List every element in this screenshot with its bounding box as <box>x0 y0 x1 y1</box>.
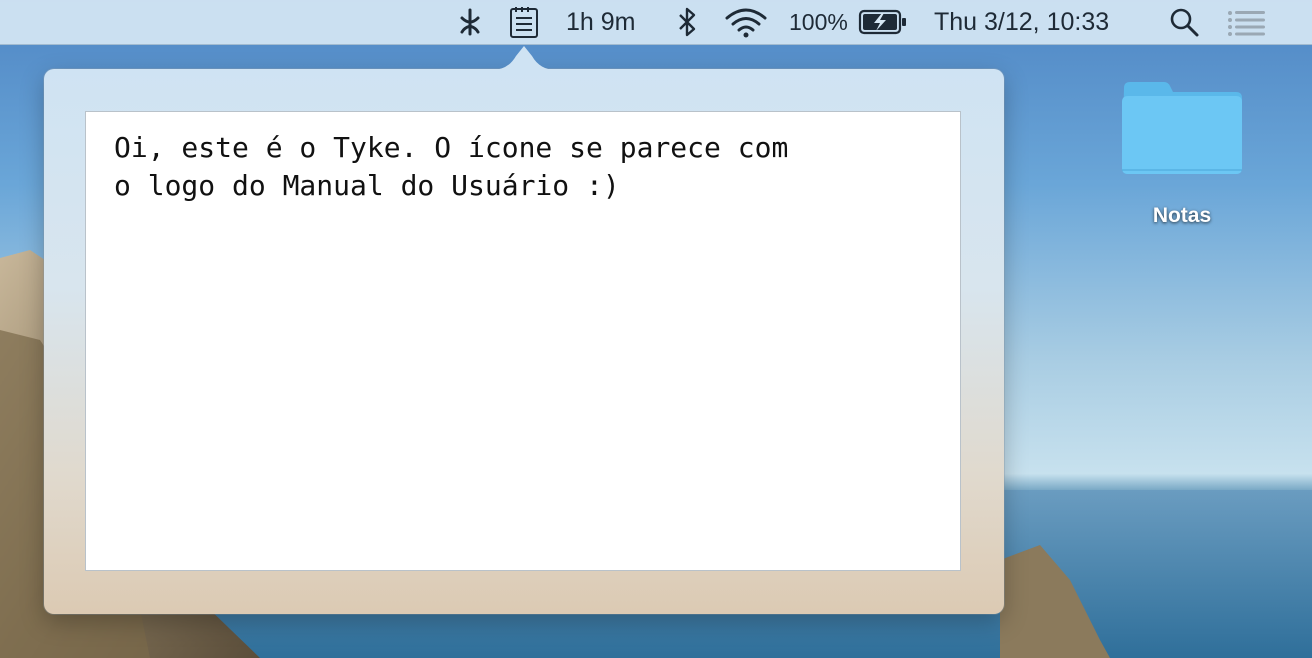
menu-bar: 1h 9m 100% Thu 3/12, 10:33 <box>0 0 1312 45</box>
notification-center-icon[interactable] <box>1227 0 1267 44</box>
search-icon[interactable] <box>1168 0 1200 44</box>
folder-icon[interactable] <box>1120 78 1244 176</box>
folder-label[interactable]: Notas <box>1100 204 1264 228</box>
bluetooth-icon[interactable] <box>675 0 699 44</box>
tyke-icon[interactable] <box>454 0 486 44</box>
popover-arrow <box>492 46 556 70</box>
clock-label[interactable]: Thu 3/12, 10:33 <box>934 0 1109 44</box>
note-text-area[interactable]: Oi, este é o Tyke. O ícone se parece com… <box>85 111 961 571</box>
battery-charging-icon[interactable] <box>858 0 908 44</box>
battery-percent-label[interactable]: 100% <box>789 0 848 44</box>
note-icon[interactable] <box>508 0 540 44</box>
wifi-icon[interactable] <box>724 0 768 44</box>
battery-time-label[interactable]: 1h 9m <box>566 0 635 44</box>
